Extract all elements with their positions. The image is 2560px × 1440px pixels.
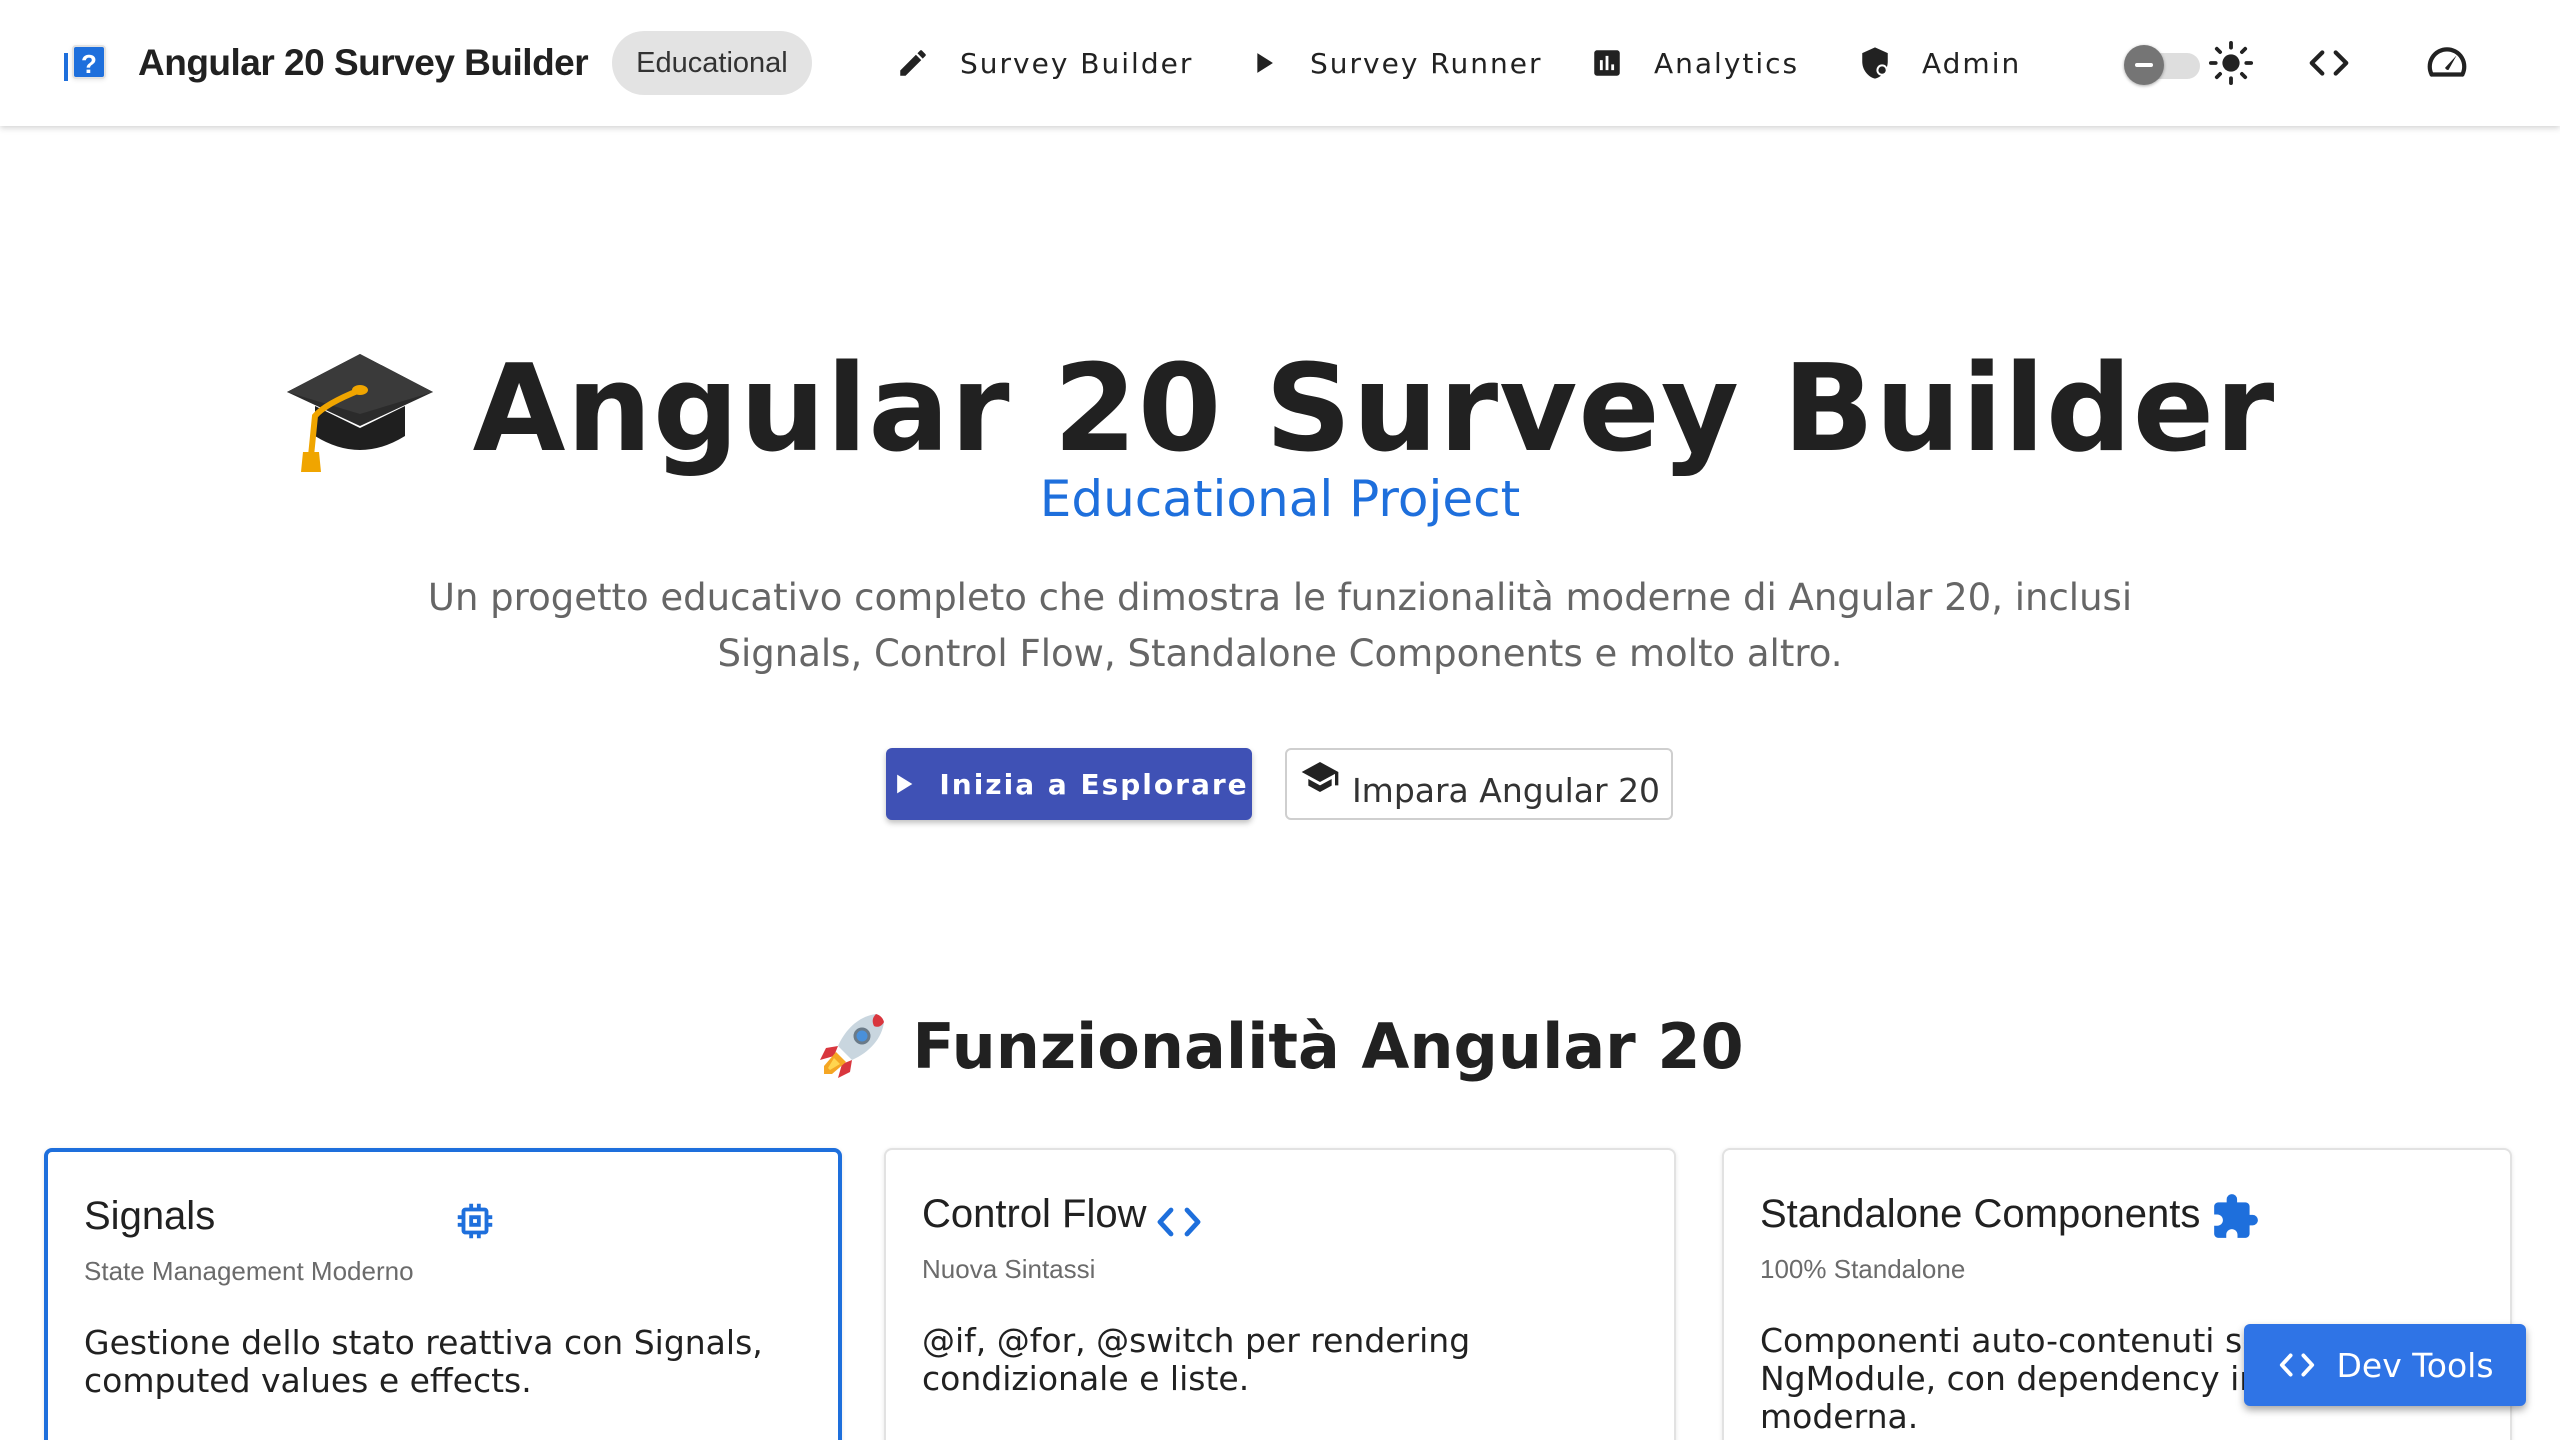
play-icon <box>1257 53 1273 73</box>
light-mode-icon[interactable] <box>2208 40 2254 86</box>
dev-tools-button[interactable]: Dev Tools <box>2244 1324 2526 1406</box>
hero-title: Angular 20 Survey Builder <box>0 340 2560 482</box>
card-title: Signals <box>84 1194 216 1238</box>
toggle-knob <box>2124 45 2164 85</box>
features-title: Funzionalità Angular 20 <box>0 1010 2560 1088</box>
card-subtitle: Nuova Sintassi <box>922 1254 1096 1284</box>
card-body: @if, @for, @switch per rendering condizi… <box>922 1321 1471 1398</box>
graduation-cap-emoji <box>286 354 433 473</box>
nav-label: Survey Builder <box>960 46 1194 80</box>
code-icon <box>1157 1207 1201 1237</box>
nav-label: Admin <box>1922 46 2022 80</box>
card-title: Control Flow <box>922 1192 1147 1236</box>
nav-analytics[interactable]: Analytics <box>1590 0 1799 126</box>
top-toolbar: ? Angular 20 Survey Builder Educational … <box>0 0 2560 126</box>
memory-chip-icon <box>457 1203 493 1239</box>
hero-subtitle: Educational Project <box>1039 470 1521 528</box>
theme-toggle[interactable] <box>2124 45 2200 85</box>
hero-description: Un progetto educativo completo che dimos… <box>427 576 2133 675</box>
nav-label: Survey Runner <box>1310 46 1543 80</box>
school-icon <box>1301 762 1339 792</box>
brand[interactable]: ? Angular 20 Survey Builder Educational <box>64 0 812 126</box>
nav-survey-builder[interactable]: Survey Builder <box>896 0 1193 126</box>
brand-chip: Educational <box>612 31 812 95</box>
analytics-icon <box>1594 50 1620 76</box>
features-title-text: Funzionalità Angular 20 <box>912 1010 1744 1083</box>
card-body: Gestione dello stato reattiva con Signal… <box>84 1323 763 1400</box>
admin-shield-icon <box>1862 47 1888 79</box>
card-title: Standalone Components <box>1760 1192 2201 1236</box>
feature-card-signals[interactable]: Signals State Management Moderno Gestion… <box>44 1148 842 1440</box>
brand-title: Angular 20 Survey Builder <box>138 42 589 83</box>
dev-tools-label: Dev Tools <box>2336 1345 2494 1385</box>
start-exploring-button[interactable]: Inizia a Esplorare <box>886 748 1252 820</box>
code-icon[interactable] <box>2306 40 2352 86</box>
quiz-icon: ? <box>64 41 108 85</box>
speed-icon[interactable] <box>2424 40 2470 86</box>
edit-icon <box>900 50 926 76</box>
nav-label: Analytics <box>1654 46 1800 80</box>
learn-angular-button[interactable]: Impara Angular 20 <box>1285 748 1673 820</box>
card-subtitle: State Management Moderno <box>84 1256 414 1286</box>
extension-icon <box>2214 1194 2258 1238</box>
hero-title-text: Angular 20 Survey Builder <box>472 340 2276 479</box>
card-subtitle: 100% Standalone <box>1760 1254 1966 1284</box>
feature-card-control-flow[interactable]: Control Flow Nuova Sintassi @if, @for, @… <box>884 1148 1676 1440</box>
nav-survey-runner[interactable]: Survey Runner <box>1246 0 1542 126</box>
code-icon <box>2280 1353 2315 1377</box>
rocket-emoji <box>820 1013 885 1078</box>
play-icon <box>897 774 913 794</box>
nav-admin[interactable]: Admin <box>1858 0 2021 126</box>
start-exploring-label: Inizia a Esplorare <box>939 767 1249 801</box>
learn-angular-label: Impara Angular 20 <box>1351 770 1661 810</box>
